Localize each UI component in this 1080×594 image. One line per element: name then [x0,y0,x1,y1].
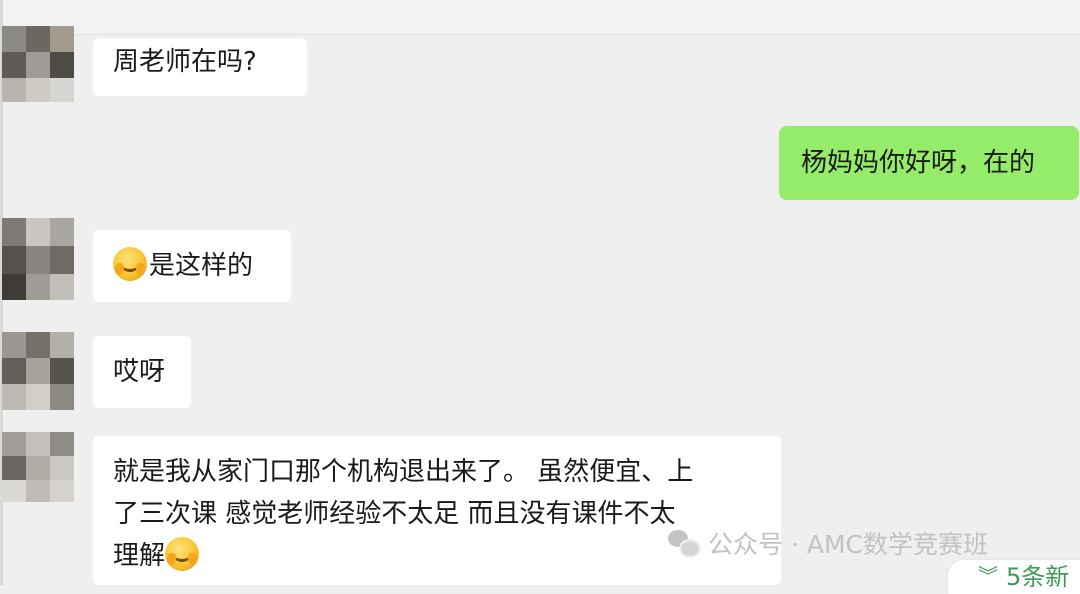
facepalm-smile-emoji-icon [113,247,147,281]
avatar[interactable] [2,26,74,102]
watermark-text: 公众号 · AMC数学竞赛班 [708,530,988,559]
new-messages-label: 5条新 [1006,563,1070,591]
chat-top-bar [0,0,1080,35]
watermark: 公众号 · AMC数学竞赛班 [668,526,988,560]
message-text: 周老师在吗? [113,47,257,77]
avatar[interactable] [2,432,74,502]
message-text: 是这样的 [149,251,254,281]
facepalm-smile-emoji-icon [165,537,200,571]
new-messages-button[interactable]: ︾ 5条新 [948,560,1080,594]
message-text: 哎呀 [113,357,166,387]
wechat-icon [668,530,701,558]
double-chevron-down-icon: ︾ [978,564,998,588]
message-text: 理解 [113,541,166,571]
message-bubble[interactable]: 是这样的 [93,230,291,302]
message-text-line: 了三次课 感觉老师经验不太足 而且没有课件不太 [113,499,676,529]
avatar[interactable] [2,218,74,300]
message-text-line: 就是我从家门口那个机构退出来了。 虽然便宜、上 [113,457,694,487]
message-text: 杨妈妈你好呀，在的 [801,148,1036,178]
message-bubble[interactable]: 就是我从家门口那个机构退出来了。 虽然便宜、上 了三次课 感觉老师经验不太足 而… [93,436,781,585]
avatar[interactable] [2,332,74,410]
message-bubble[interactable]: 周老师在吗? [93,38,307,96]
message-text-line: 理解 [113,535,761,577]
message-bubble-outgoing[interactable]: 杨妈妈你好呀，在的 [779,126,1079,200]
message-bubble[interactable]: 哎呀 [93,336,191,408]
